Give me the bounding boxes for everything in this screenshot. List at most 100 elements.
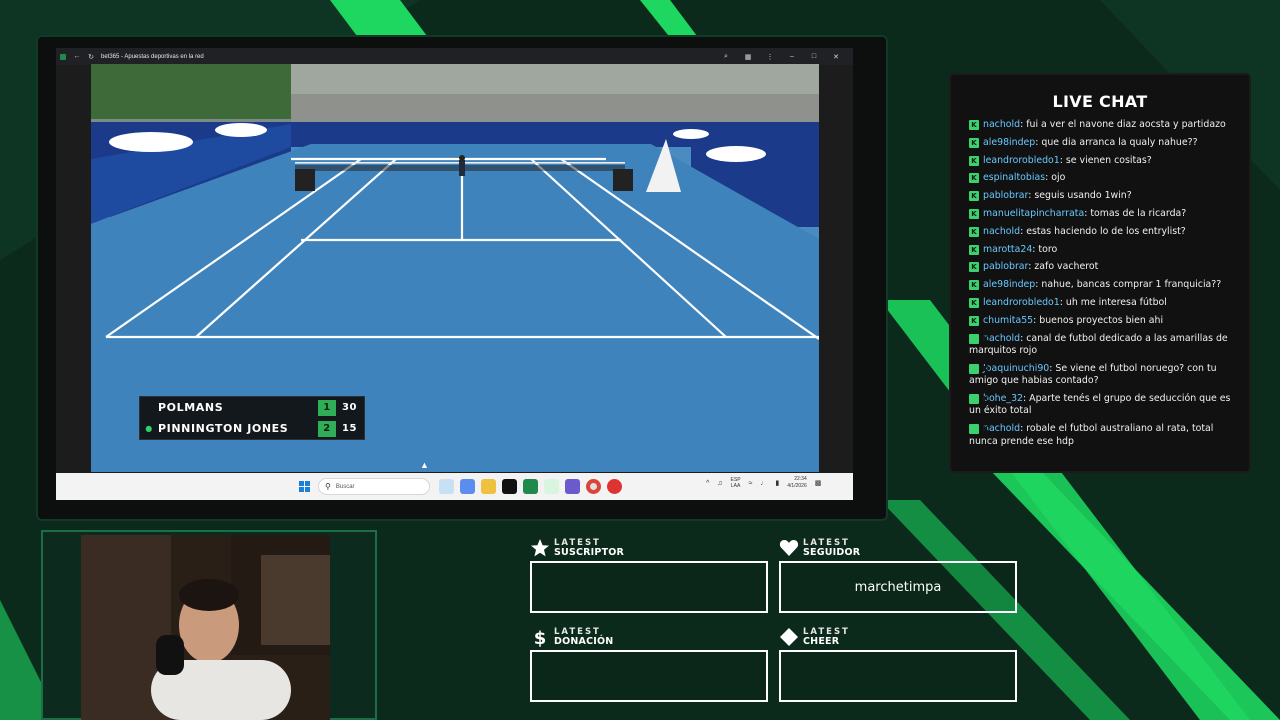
wifi-icon[interactable]: ≈ xyxy=(749,480,753,487)
player-sets: 1 xyxy=(318,399,336,416)
chat-text: : tomas de la ricarda? xyxy=(1084,207,1187,219)
player-sets: 2 xyxy=(318,420,336,437)
chat-message: K Joaquinuchi90: Se viene el futbol norue… xyxy=(969,363,1231,388)
chat-username[interactable]: pablobrar xyxy=(983,190,1028,201)
browser-titlebar: ← ↻ bet365 - Apuestas deportivas en la r… xyxy=(56,48,853,65)
player-points: 30 xyxy=(342,402,358,413)
clock-time: 22:34 xyxy=(794,476,807,482)
zoom-icon[interactable]: ⌕ xyxy=(715,53,737,61)
diamond-icon xyxy=(780,628,798,646)
chat-username[interactable]: chumita55 xyxy=(983,315,1033,326)
suscriptor-label: SUSCRIPTOR xyxy=(554,547,625,558)
chat-message: Kleandrorobledo1: se vienen cositas? xyxy=(969,155,1231,167)
minimize-icon[interactable]: – xyxy=(781,53,803,61)
chat-message: Knachold: canal de futbol dedicado a las… xyxy=(969,333,1231,358)
chat-username[interactable]: nachold xyxy=(983,333,1020,344)
app-icon[interactable] xyxy=(607,479,622,494)
taskbar-search[interactable]: ⚲ Buscar xyxy=(318,478,430,495)
chat-text: : ojo xyxy=(1045,172,1066,184)
latest-suscriptor-header: LATEST SUSCRIPTOR xyxy=(530,538,624,558)
chat-text: : nahue, bancas comprar 1 franquicia?? xyxy=(1035,279,1222,291)
chat-username[interactable]: leandrorobledo1 xyxy=(983,155,1060,166)
dollar-icon: $ xyxy=(534,628,547,647)
chat-username[interactable]: ale98indep xyxy=(983,279,1035,290)
latest-donacion-value xyxy=(530,650,768,702)
latest-donacion-header: $ LATEST DONACIÓN xyxy=(530,627,614,648)
chat-username[interactable]: bohe_32 xyxy=(983,393,1023,404)
latest-seguidor-header: LATEST SEGUIDOR xyxy=(779,538,860,558)
copilot-icon[interactable] xyxy=(460,479,475,494)
chat-username[interactable]: nachold xyxy=(983,119,1020,130)
subscriber-badge-icon: K xyxy=(969,208,979,219)
language-indicator[interactable]: ESP LAA xyxy=(731,477,741,489)
cheer-label: CHEER xyxy=(803,636,840,647)
chat-message: Knachold: robale el futbol australiano a… xyxy=(969,423,1231,448)
latest-seguidor-value: marchetimpa xyxy=(779,561,1017,613)
chat-text: : estas haciendo lo de los entrylist? xyxy=(1020,225,1186,237)
teams-icon[interactable] xyxy=(565,479,580,494)
chat-text: : seguis usando 1win? xyxy=(1028,190,1132,202)
notifications-icon[interactable]: ▩ xyxy=(815,479,822,487)
star-icon xyxy=(531,539,549,557)
chat-username[interactable]: marotta24 xyxy=(983,244,1032,255)
chat-text: : fui a ver el navone diaz aocsta y part… xyxy=(1020,119,1226,130)
subscriber-badge-icon: K xyxy=(969,280,979,291)
restore-icon[interactable]: □ xyxy=(803,53,825,61)
chrome-icon[interactable] xyxy=(586,479,601,494)
taskbar-search-placeholder: Buscar xyxy=(335,483,355,490)
chat-username[interactable]: nachold xyxy=(983,423,1020,434)
keyboard-layout: LAA xyxy=(730,483,741,489)
chat-username[interactable]: pablobrar xyxy=(983,261,1028,272)
chat-message: Knachold: fui a ver el navone diaz aocst… xyxy=(969,119,1231,131)
chat-text: : uh me interesa fútbol xyxy=(1059,296,1167,308)
seguidor-label: SEGUIDOR xyxy=(803,547,861,558)
battery-icon[interactable]: ▮ xyxy=(775,479,779,487)
latest-cheer-header: LATEST CHEER xyxy=(779,627,850,647)
webcam-feed xyxy=(81,535,330,720)
scoreboard: POLMANS 1 30 ● PINNINGTON JONES 2 15 xyxy=(139,396,365,440)
more-menu-icon[interactable]: ⋮ xyxy=(759,53,781,61)
chat-message: Kleandrorobledo1: uh me interesa fútbol xyxy=(969,297,1231,309)
player-name: PINNINGTON JONES xyxy=(158,422,289,435)
taskbar-apps xyxy=(439,479,622,494)
subscriber-badge-icon: K xyxy=(969,191,979,202)
bet365-app-icon[interactable] xyxy=(523,479,538,494)
microphone-icon[interactable]: ♫ xyxy=(717,480,722,487)
volume-icon[interactable]: ♩ xyxy=(760,480,767,487)
tiktok-icon[interactable] xyxy=(502,479,517,494)
subscriber-badge-icon: K xyxy=(969,120,979,130)
chat-message: Kale98indep: que dia arranca la qualy na… xyxy=(969,137,1231,149)
search-icon: ⚲ xyxy=(325,482,331,491)
file-explorer-icon[interactable] xyxy=(481,479,496,494)
tennis-video[interactable]: POLMANS 1 30 ● PINNINGTON JONES 2 15 xyxy=(91,64,819,472)
subscriber-badge-icon: K xyxy=(969,173,979,184)
chat-username[interactable]: manuelitapincharrata xyxy=(983,208,1084,219)
subscriber-badge-icon: K xyxy=(969,424,988,435)
back-arrow-icon[interactable]: ← xyxy=(70,53,84,60)
browser-window: ← ↻ bet365 - Apuestas deportivas en la r… xyxy=(56,48,853,500)
subscriber-badge-icon: K xyxy=(969,393,988,404)
close-icon[interactable]: ✕ xyxy=(825,53,847,61)
extensions-icon[interactable]: ▦ xyxy=(737,53,759,61)
windows-start-icon[interactable] xyxy=(299,481,310,492)
widgets-icon[interactable] xyxy=(439,479,454,494)
chat-text: : zafo vacherot xyxy=(1028,261,1099,273)
donacion-label: DONACIÓN xyxy=(554,636,614,647)
chat-username[interactable]: leandrorobledo1 xyxy=(983,297,1060,308)
scoreboard-row: ● PINNINGTON JONES 2 15 xyxy=(140,418,364,439)
bet365-favicon-icon xyxy=(60,53,66,60)
latest-cheer-value xyxy=(779,650,1017,702)
tray-chevron-icon[interactable]: ^ xyxy=(706,480,709,487)
whatsapp-icon[interactable] xyxy=(544,479,559,494)
clock[interactable]: 22:34 4/1/2026 xyxy=(787,476,806,490)
chat-message: Kale98indep: nahue, bancas comprar 1 fra… xyxy=(969,279,1231,291)
subscriber-badge-icon: K xyxy=(969,297,979,308)
system-tray: ^ ♫ ESP LAA ≈ ♩ ▮ 22:34 4/1/2026 ▩ xyxy=(706,476,821,490)
chat-username[interactable]: nachold xyxy=(983,226,1020,237)
subscriber-badge-icon: K xyxy=(969,244,979,255)
chat-username[interactable]: espinaltobias xyxy=(983,172,1045,183)
reload-icon[interactable]: ↻ xyxy=(84,53,98,61)
chat-username[interactable]: Joaquinuchi90 xyxy=(983,363,1049,374)
subscriber-badge-icon: K xyxy=(969,315,979,326)
chat-username[interactable]: ale98indep xyxy=(983,137,1035,148)
